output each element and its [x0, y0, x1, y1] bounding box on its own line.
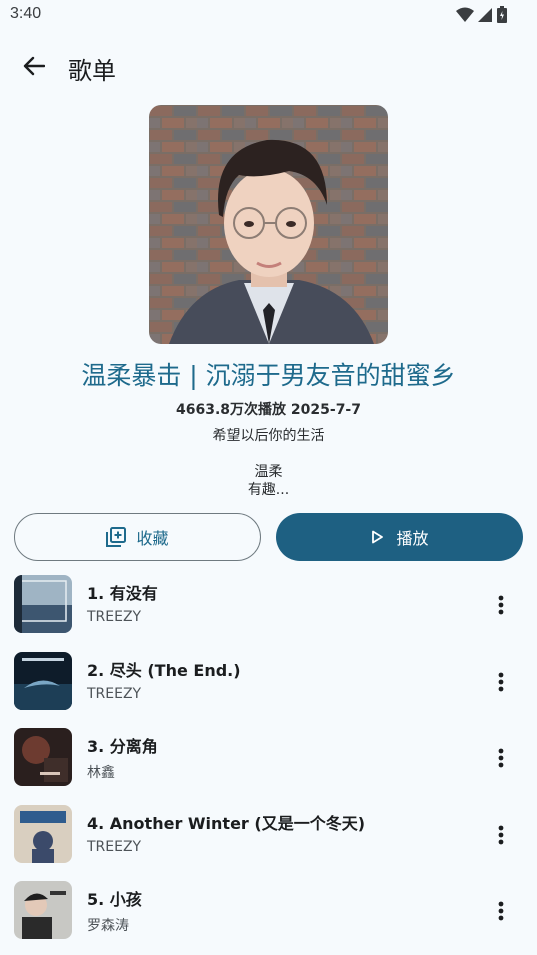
track-row[interactable]: 1. 有没有 TREEZY	[0, 566, 537, 643]
battery-icon	[497, 6, 507, 23]
app-bar: 歌单	[0, 40, 537, 94]
more-options-button[interactable]	[484, 741, 518, 775]
track-artist: TREEZY	[87, 838, 142, 855]
track-title: 2. 尽头 (The End.)	[87, 660, 241, 680]
more-options-button[interactable]	[484, 588, 518, 622]
add-to-library-icon	[106, 527, 127, 547]
play-label: 播放	[396, 529, 429, 548]
track-title: 5. 小孩	[87, 890, 142, 909]
track-row[interactable]: 2. 尽头 (The End.) TREEZY	[0, 643, 537, 720]
track-row[interactable]: 3. 分离角 林鑫	[0, 719, 537, 796]
track-row[interactable]: 5. 小孩 罗森涛	[0, 872, 537, 949]
playlist-cover-image	[149, 105, 388, 344]
back-button[interactable]	[14, 46, 54, 86]
more-options-button[interactable]	[484, 665, 518, 699]
more-vertical-icon	[498, 901, 504, 921]
signal-icon	[478, 7, 492, 22]
track-cover-image	[14, 881, 72, 939]
page-title: 歌单	[68, 57, 116, 85]
track-cover-image	[14, 804, 72, 863]
track-artist: TREEZY	[87, 685, 142, 702]
playlist-meta: 4663.8万次播放 2025-7-7	[176, 402, 361, 418]
wifi-icon	[456, 7, 474, 22]
favorite-label: 收藏	[136, 529, 169, 548]
track-cover-image	[14, 728, 72, 786]
track-artist: TREEZY	[87, 609, 142, 625]
track-cover-image	[14, 575, 72, 633]
status-bar: 3:40	[0, 0, 537, 30]
status-icons	[456, 6, 507, 23]
description-line-1: 温柔	[254, 464, 283, 480]
status-time: 3:40	[10, 5, 42, 22]
description-line-2: 有趣...	[247, 482, 290, 498]
playlist-description[interactable]: 温柔 有趣...	[0, 463, 537, 499]
favorite-button[interactable]: 收藏	[14, 513, 261, 561]
more-vertical-icon	[498, 748, 504, 768]
more-vertical-icon	[498, 825, 504, 844]
track-title: 3. 分离角	[87, 737, 158, 756]
more-options-button[interactable]	[484, 894, 518, 928]
play-button[interactable]: 播放	[276, 513, 523, 561]
track-list: 1. 有没有 TREEZY 2. 尽头 (The End.) TREEZY 3.…	[0, 566, 537, 949]
track-artist: 林鑫	[87, 765, 115, 781]
playlist-subtitle: 希望以后你的生活	[212, 428, 325, 444]
more-vertical-icon	[498, 595, 504, 615]
more-vertical-icon	[498, 672, 504, 691]
track-row[interactable]: 4. Another Winter (又是一个冬天) TREEZY	[0, 796, 537, 873]
track-title: 1. 有没有	[87, 584, 158, 603]
play-icon	[372, 530, 384, 544]
track-cover-image	[14, 651, 72, 710]
track-title: 4. Another Winter (又是一个冬天)	[87, 813, 366, 833]
playlist-title: 温柔暴击 | 沉溺于男友音的甜蜜乡	[81, 361, 456, 390]
track-artist: 罗森涛	[87, 918, 129, 934]
arrow-left-icon	[23, 56, 45, 76]
more-options-button[interactable]	[484, 818, 518, 852]
